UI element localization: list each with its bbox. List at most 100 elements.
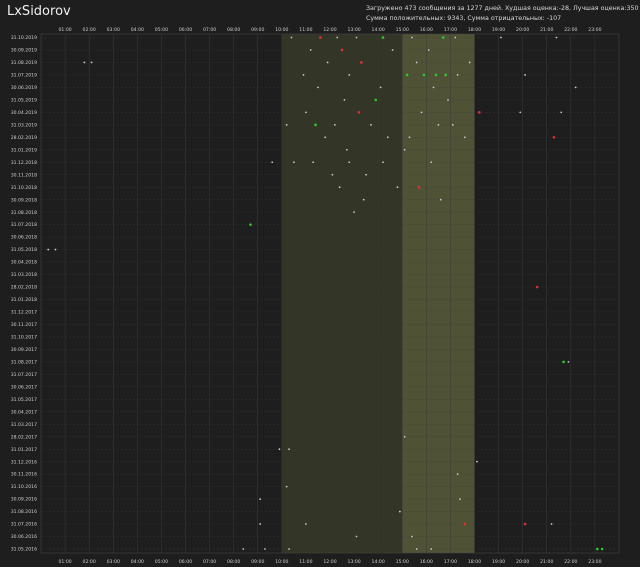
data-point-neutral [355,535,358,538]
y-tick-label: 30.09.2019 [11,48,37,54]
x-tick-label-top: 19:00 [492,27,505,33]
y-tick-label: 31.03.2018 [11,272,37,278]
data-point-neutral [290,36,293,39]
data-point-neutral [324,136,327,139]
x-tick-label-bottom: 13:00 [347,559,360,565]
x-tick-label-bottom: 10:00 [275,559,288,565]
data-point-neutral [447,98,449,101]
data-point-neutral [54,248,57,251]
data-point-neutral [365,173,368,176]
data-point-positive [249,223,252,226]
data-point-neutral [567,360,570,363]
y-tick-label: 31.08.2019 [11,60,37,66]
y-tick-label: 30.06.2017 [11,384,37,390]
x-tick-label-bottom: 15:00 [396,559,409,565]
data-point-neutral [560,111,563,114]
y-tick-label: 31.08.2018 [11,210,37,216]
data-point-neutral [574,86,577,89]
x-tick-label-top: 16:00 [420,27,433,33]
y-tick-label: 28.02.2018 [11,285,37,291]
y-tick-label: 31.12.2018 [11,160,37,166]
x-tick-label-top: 22:00 [564,27,577,33]
x-tick-label-top: 23:00 [588,27,601,33]
data-point-positive [441,36,445,39]
x-tick-label-top: 15:00 [396,27,409,33]
y-tick-label: 31.05.2018 [11,247,37,253]
data-point-neutral [312,161,315,164]
data-point-neutral [302,74,305,76]
x-tick-label-bottom: 07:00 [203,559,216,565]
data-point-neutral [463,136,466,139]
data-point-negative [357,111,361,114]
data-point-positive [596,547,599,551]
data-point-neutral [292,161,295,164]
x-tick-label-bottom: 09:00 [251,559,264,565]
data-point-neutral [415,61,418,64]
y-tick-label: 31.05.2016 [11,547,37,553]
data-point-neutral [379,86,382,89]
y-tick-label: 30.06.2016 [11,534,37,540]
x-tick-label-bottom: 05:00 [155,559,168,565]
data-point-neutral [398,510,401,513]
data-point-neutral [500,36,502,39]
data-point-negative [523,522,527,526]
x-tick-label-top: 07:00 [203,27,216,33]
data-point-neutral [437,123,440,126]
x-tick-label-bottom: 08:00 [227,559,240,565]
data-point-neutral [432,86,435,89]
data-point-neutral [456,74,459,76]
data-point-neutral [451,123,454,126]
y-tick-label: 30.09.2018 [11,197,37,203]
x-tick-label-bottom: 16:00 [420,559,433,565]
data-point-neutral [285,123,288,126]
x-tick-label-bottom: 22:00 [564,559,577,565]
y-tick-label: 31.07.2017 [11,372,37,378]
y-tick-label: 31.01.2019 [11,147,37,153]
y-tick-label: 31.08.2016 [11,509,37,515]
y-tick-label: 31.07.2016 [11,522,37,528]
data-point-neutral [278,448,281,451]
data-point-negative [360,61,363,64]
y-tick-label: 31.05.2017 [11,397,37,403]
y-tick-label: 31.10.2017 [11,335,37,341]
data-point-neutral [285,485,288,488]
data-point-neutral [427,49,430,51]
data-point-positive [381,36,385,39]
x-tick-label-bottom: 17:00 [444,559,457,565]
y-tick-label: 30.04.2017 [11,409,37,415]
y-tick-label: 28.02.2019 [11,135,37,141]
x-tick-label-top: 05:00 [155,27,168,33]
data-point-neutral [309,49,312,51]
data-point-negative [340,48,344,52]
x-tick-label-bottom: 06:00 [179,559,192,565]
data-point-neutral [355,36,358,39]
x-axis-bottom: 01:00 02:00 03:00 04:00 05:00 06:00 07:00 08:00… [58,559,601,565]
y-tick-label: 31.01.2017 [11,447,37,453]
data-point-neutral [338,186,341,189]
data-point-neutral [439,198,442,201]
y-tick-label: 28.02.2017 [11,434,37,440]
data-point-neutral [317,86,319,89]
chart-grid [40,33,620,554]
data-point-positive [600,547,604,551]
y-tick-label: 31.07.2018 [11,222,37,228]
x-tick-label-bottom: 14:00 [372,559,385,565]
data-point-neutral [83,61,86,64]
x-tick-label-top: 03:00 [107,27,120,33]
data-point-negative [417,185,421,189]
data-point-neutral [353,211,355,214]
data-point-neutral [403,435,406,438]
x-tick-label-top: 14:00 [372,27,385,33]
data-point-neutral [345,148,348,151]
data-point-neutral [555,36,558,39]
y-tick-label: 31.10.2019 [11,35,37,41]
data-point-neutral [396,186,399,189]
data-point-neutral [370,123,372,126]
data-point-neutral [408,136,411,139]
y-tick-label: 31.12.2016 [11,459,37,465]
data-point-neutral [362,198,365,201]
data-point-negative [478,111,481,114]
data-point-neutral [524,74,526,76]
data-point-neutral [519,111,522,114]
data-point-negative [552,136,556,139]
